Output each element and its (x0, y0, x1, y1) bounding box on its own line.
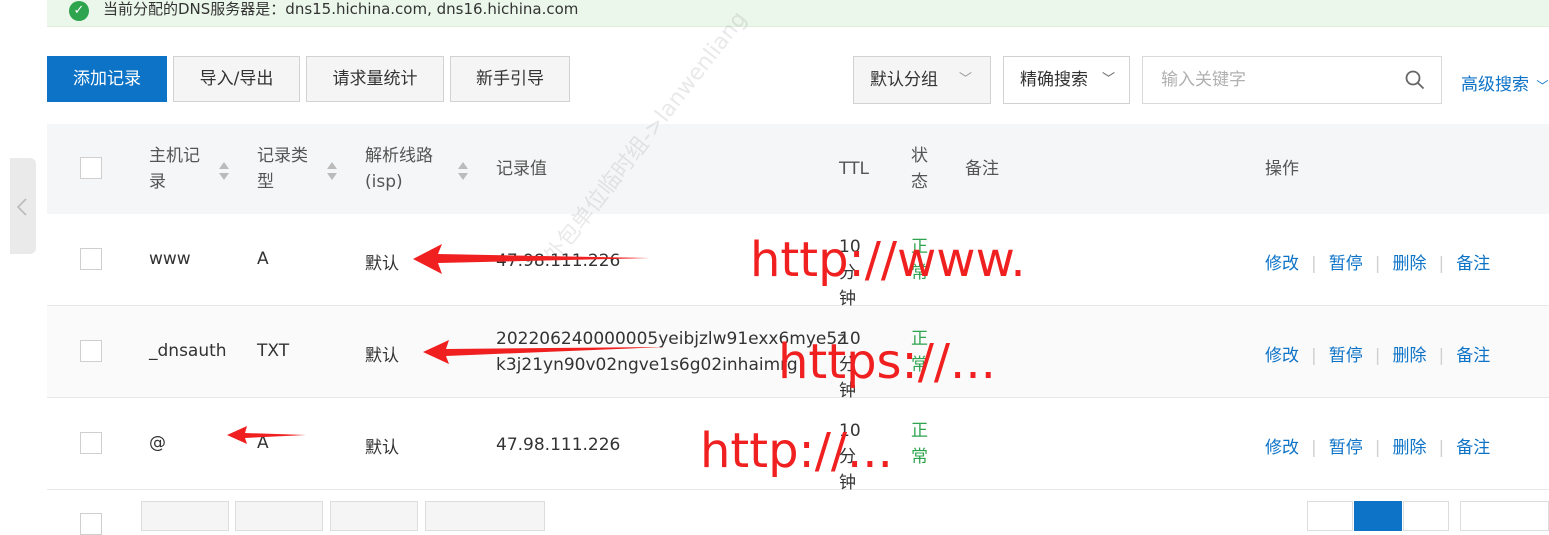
red-arrow (227, 426, 306, 444)
red-arrow (413, 244, 650, 274)
annotation-text: http://www. (750, 232, 1026, 288)
annotation-text: http://... (700, 423, 893, 479)
annotation-text: https://... (778, 334, 996, 390)
red-arrow (423, 340, 665, 364)
